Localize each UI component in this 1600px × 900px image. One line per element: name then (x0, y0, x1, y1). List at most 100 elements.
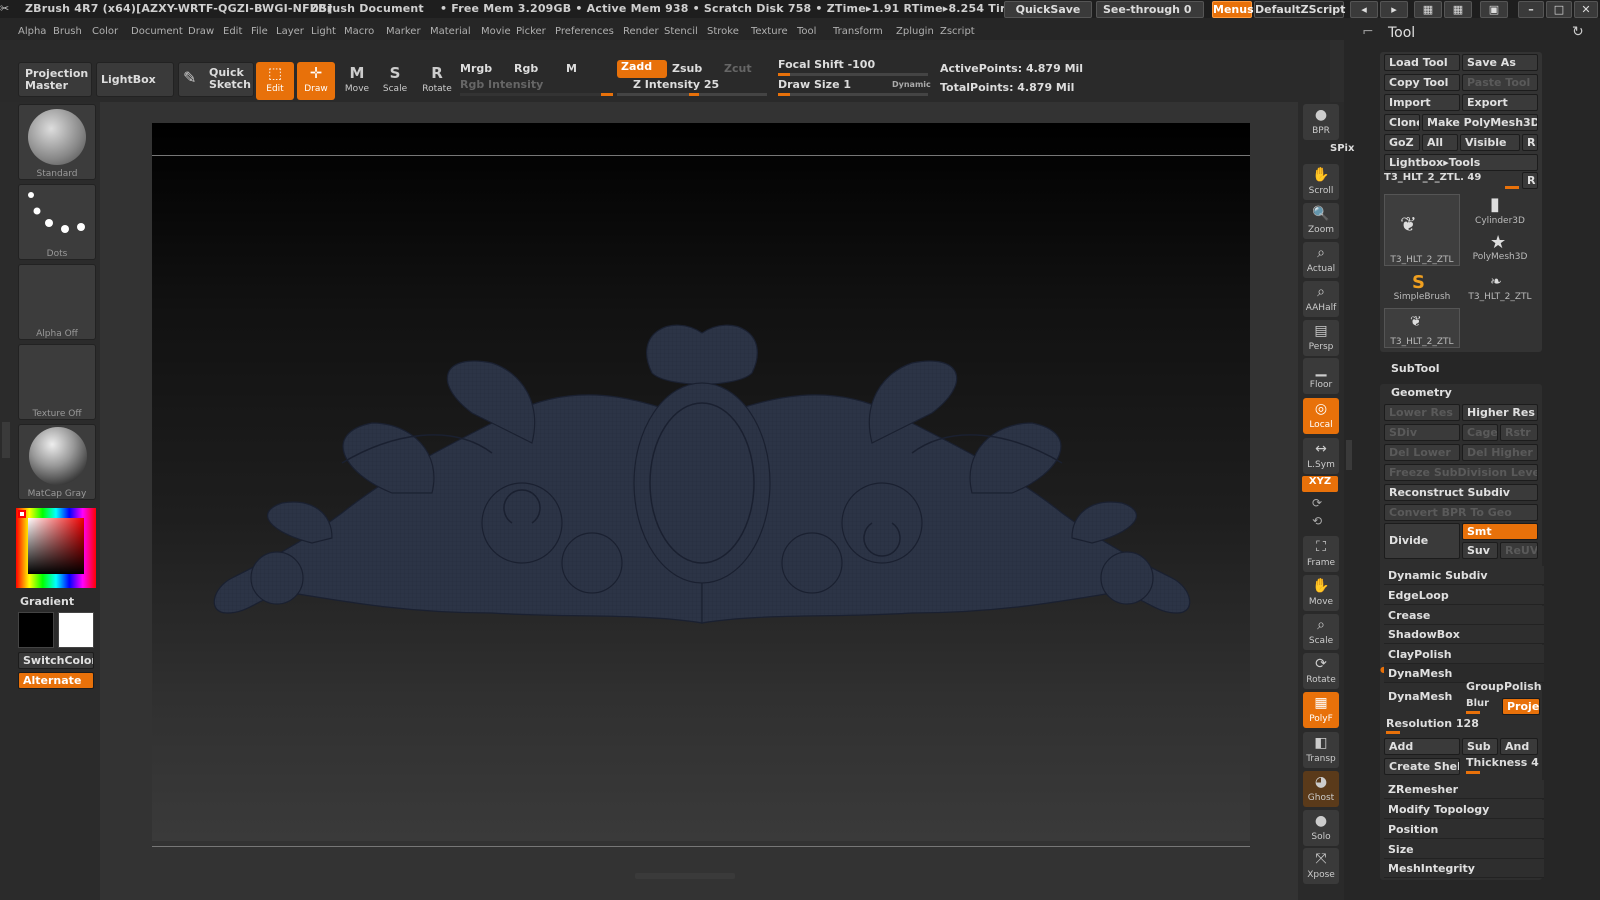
menu-render[interactable]: Render (623, 26, 659, 37)
menu-material[interactable]: Material (430, 26, 471, 37)
menu-texture[interactable]: Texture (751, 26, 788, 37)
layout-left-icon[interactable]: ◂ (1350, 1, 1378, 18)
transp-button[interactable]: ◧ Transp (1303, 732, 1339, 768)
menu-file[interactable]: File (251, 26, 268, 37)
menu-draw[interactable]: Draw (188, 26, 214, 37)
default-zscript-button[interactable]: DefaultZScript (1254, 1, 1345, 18)
menu-transform[interactable]: Transform (833, 26, 883, 37)
edit-button[interactable]: ⬚ Edit (256, 62, 294, 100)
stroke-thumbnail[interactable]: Dots (18, 184, 96, 260)
section-size[interactable]: Size (1384, 840, 1544, 859)
suv-button[interactable]: Suv (1462, 542, 1498, 559)
export-button[interactable]: Export (1462, 94, 1538, 111)
material-thumbnail[interactable]: MatCap Gray (18, 424, 96, 500)
switchcolor-button[interactable]: SwitchColor (18, 652, 94, 669)
all-button[interactable]: All (1422, 134, 1458, 151)
menu-preferences[interactable]: Preferences (555, 26, 614, 37)
xyz-symmetry-button[interactable]: XYZ (1302, 476, 1338, 492)
menu-document[interactable]: Document (131, 26, 183, 37)
layout-b-icon[interactable]: ▦ (1444, 1, 1472, 18)
xpose-button[interactable]: ⤧ Xpose (1303, 848, 1339, 884)
zsub-button[interactable]: Zsub (672, 62, 702, 75)
resolution-slider[interactable]: Resolution 128 (1386, 717, 1479, 730)
rotate-button[interactable]: R Rotate (418, 62, 456, 100)
paste-tool-button[interactable]: Paste Tool (1462, 74, 1538, 91)
solo-button[interactable]: ● Solo (1303, 810, 1339, 846)
section-meshintegrity[interactable]: MeshIntegrity (1384, 859, 1544, 878)
scale-button[interactable]: S Scale (376, 62, 414, 100)
make-polymesh3d-button[interactable]: Make PolyMesh3D (1422, 114, 1538, 131)
visible-button[interactable]: Visible (1460, 134, 1520, 151)
rstr-button[interactable]: Rstr (1500, 424, 1538, 441)
section-zremesher[interactable]: ZRemesher (1384, 780, 1544, 799)
menu-tool[interactable]: Tool (797, 26, 816, 37)
menu-alpha[interactable]: Alpha (18, 26, 46, 37)
section-modify-topology[interactable]: Modify Topology (1384, 800, 1544, 819)
mrgb-button[interactable]: Mrgb (460, 62, 492, 75)
goz-button[interactable]: GoZ (1384, 134, 1420, 151)
alternate-button[interactable]: Alternate (18, 672, 94, 689)
main-color-swatch[interactable] (18, 612, 54, 648)
left-tray-collapse-handle[interactable] (2, 422, 10, 458)
lightbox-button[interactable]: LightBox (96, 62, 174, 97)
draw-button[interactable]: ✛ Draw (297, 62, 335, 100)
reconstruct-subdiv-button[interactable]: Reconstruct Subdiv (1384, 484, 1538, 501)
texture-thumbnail[interactable]: Texture Off (18, 344, 96, 420)
brush-thumbnail[interactable]: Standard (18, 104, 96, 180)
z-intensity-slider[interactable]: Z Intensity 25 (617, 78, 767, 96)
goz-r-button[interactable]: R (1522, 134, 1538, 151)
see-through-slider[interactable]: See-through 0 (1096, 1, 1204, 18)
current-tool-slider[interactable]: T3_HLT_2_ZTL. 49 (1384, 172, 1520, 188)
smt-button[interactable]: Smt (1462, 523, 1538, 540)
menu-zplugin[interactable]: Zplugin (896, 26, 934, 37)
tool-pin-icon[interactable]: ⌐ (1362, 24, 1374, 40)
menu-marker[interactable]: Marker (386, 26, 421, 37)
rotate-cw-icon[interactable]: ⟳ (1312, 496, 1322, 510)
section-position[interactable]: Position (1384, 820, 1544, 839)
zadd-button[interactable]: Zadd (617, 60, 667, 78)
section-shadowbox[interactable]: ShadowBox (1384, 625, 1544, 644)
m-button[interactable]: M (566, 62, 577, 75)
move-button[interactable]: M Move (338, 62, 376, 100)
tool-thumb-cylinder3d[interactable]: Cylinder3D (1462, 194, 1538, 228)
ornament-mesh[interactable] (192, 313, 1212, 643)
ghost-button[interactable]: ◕ Ghost (1303, 771, 1339, 807)
rgb-button[interactable]: Rgb (514, 62, 538, 75)
convert-bpr-button[interactable]: Convert BPR To Geo (1384, 504, 1538, 521)
menu-brush[interactable]: Brush (53, 26, 82, 37)
menu-edit[interactable]: Edit (223, 26, 242, 37)
divide-button[interactable]: Divide (1384, 523, 1460, 559)
del-lower-button[interactable]: Del Lower (1384, 444, 1460, 461)
rgb-intensity-slider[interactable]: Rgb Intensity (460, 78, 613, 96)
zcut-button[interactable]: Zcut (724, 62, 752, 75)
reuv-button[interactable]: ReUV (1500, 542, 1538, 559)
scroll-button[interactable]: ✋ Scroll (1303, 164, 1339, 200)
scale-button[interactable]: ⌕ Scale (1303, 614, 1339, 650)
dynamesh-button[interactable]: DynaMesh (1384, 684, 1460, 712)
lock-icon[interactable]: ▣ (1480, 1, 1508, 18)
projection-master-button[interactable]: Projection Master (18, 62, 92, 97)
tool-r-button[interactable]: R (1522, 172, 1538, 189)
layout-a-icon[interactable]: ▦ (1414, 1, 1442, 18)
import-button[interactable]: Import (1384, 94, 1460, 111)
menu-stencil[interactable]: Stencil (664, 26, 698, 37)
cage-button[interactable]: Cage (1462, 424, 1498, 441)
minimize-icon[interactable]: – (1518, 1, 1544, 18)
close-icon[interactable]: ✕ (1574, 1, 1598, 18)
freeze-subdivision-button[interactable]: Freeze SubDivision Levels (1384, 464, 1538, 481)
aahalf-button[interactable]: ⌕ AAHalf (1303, 281, 1339, 317)
create-shell-button[interactable]: Create Shell (1384, 758, 1460, 775)
subtool-header[interactable]: SubTool (1391, 362, 1440, 375)
section-edgeloop[interactable]: EdgeLoop (1384, 586, 1544, 605)
load-tool-button[interactable]: Load Tool (1384, 54, 1460, 71)
menu-stroke[interactable]: Stroke (707, 26, 739, 37)
canvas-bottom-handle[interactable] (635, 873, 735, 879)
and-button[interactable]: And (1500, 738, 1538, 755)
menu-zscript[interactable]: Zscript (940, 26, 975, 37)
thickness-slider[interactable]: Thickness 4 (1466, 756, 1539, 769)
color-picker[interactable] (16, 508, 96, 588)
lsym-button[interactable]: ↔ L.Sym (1303, 438, 1339, 474)
frame-button[interactable]: ⛶ Frame (1303, 536, 1339, 572)
project-toggle[interactable]: Proje (1502, 698, 1540, 715)
polish-toggle[interactable]: Polish (1504, 680, 1542, 693)
